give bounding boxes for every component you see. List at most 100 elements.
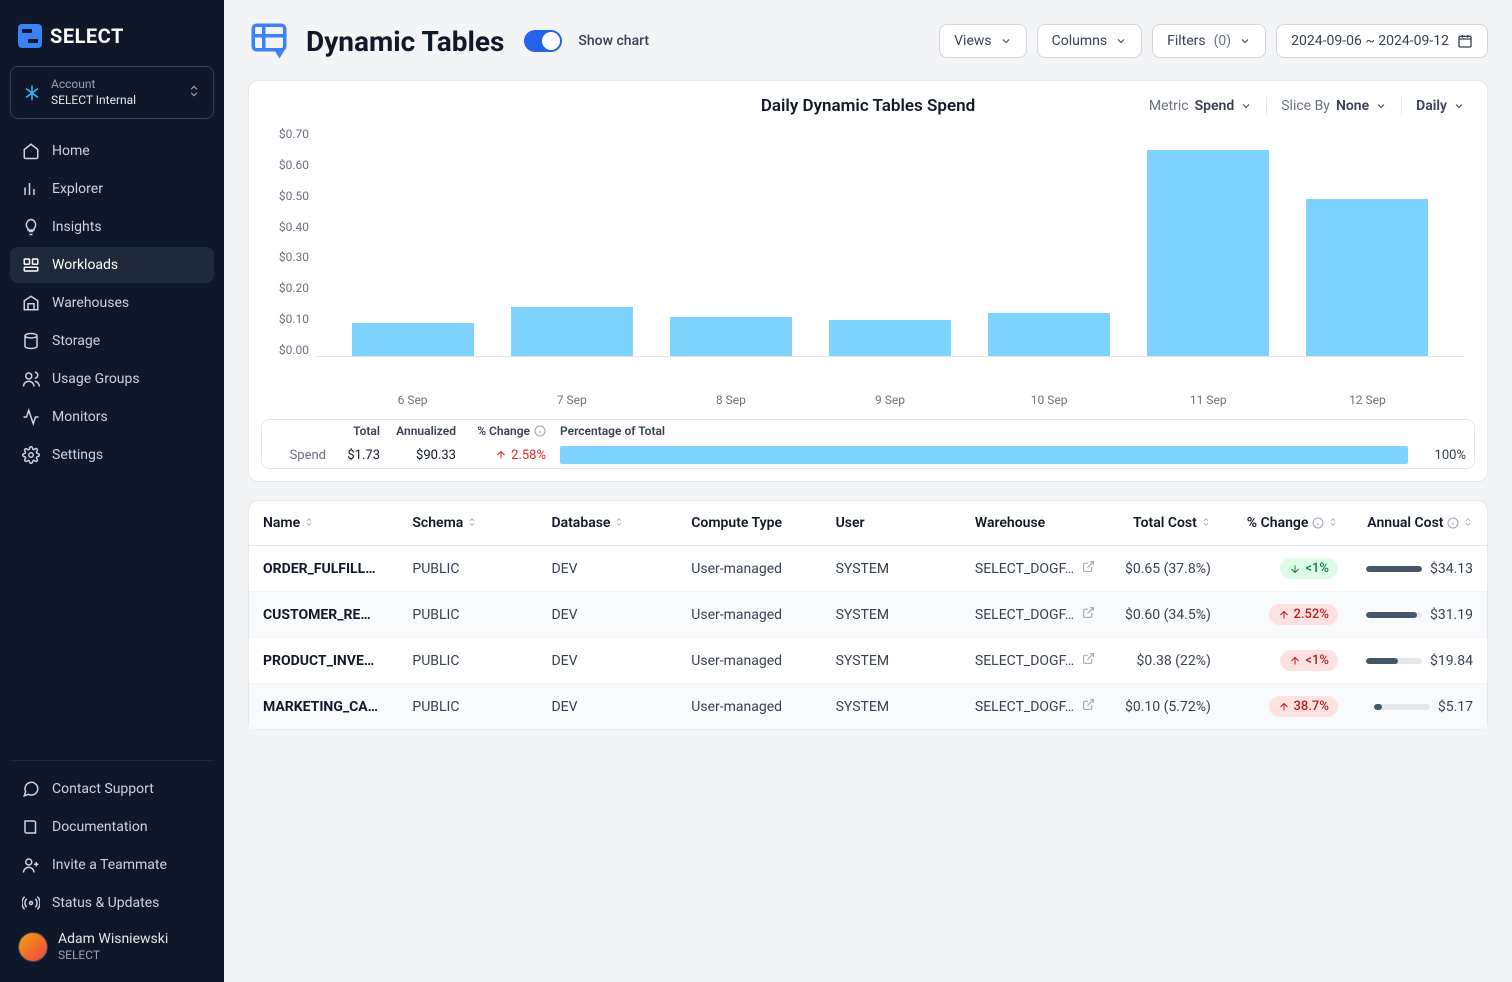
th-annual[interactable]: Annual Cost (1352, 501, 1487, 546)
sidebar-bottom-nav: Contact Support Documentation Invite a T… (10, 760, 214, 921)
chart-bar[interactable] (1306, 199, 1428, 356)
mini-bar (1374, 704, 1430, 710)
table-row[interactable]: PRODUCT_INVE… PUBLIC DEV User-managed SY… (249, 638, 1487, 684)
arrow-up-icon (1278, 609, 1290, 621)
page-title: Dynamic Tables (306, 25, 504, 58)
sidebar-item-invite[interactable]: Invite a Teammate (10, 847, 214, 883)
sidebar-item-status[interactable]: Status & Updates (10, 885, 214, 921)
info-icon[interactable] (1447, 517, 1459, 529)
toolbar: Views Columns Filters (0) 2024-09-06 ~ 2… (939, 24, 1488, 58)
sidebar-item-label: Storage (52, 333, 100, 349)
sidebar-item-explorer[interactable]: Explorer (10, 171, 214, 207)
summary-pct-bar: 100% (560, 446, 1466, 464)
external-link[interactable] (1082, 699, 1095, 715)
sidebar-item-settings[interactable]: Settings (10, 437, 214, 473)
user-menu[interactable]: Adam Wisniewski SELECT (10, 921, 214, 966)
th-change[interactable]: % Change (1225, 501, 1352, 546)
th-user[interactable]: User (822, 501, 961, 546)
sort-icon (1463, 515, 1473, 531)
external-link-icon (1082, 560, 1095, 573)
chart-bar[interactable] (352, 323, 474, 356)
external-link-icon (1082, 652, 1095, 665)
gear-icon (22, 446, 40, 464)
sidebar-item-insights[interactable]: Insights (10, 209, 214, 245)
external-link[interactable] (1082, 561, 1095, 577)
cell-annual: $19.84 (1352, 638, 1487, 684)
chart-bar[interactable] (1147, 150, 1269, 356)
views-button[interactable]: Views (939, 24, 1027, 58)
info-icon[interactable] (534, 425, 546, 437)
sidebar-item-warehouses[interactable]: Warehouses (10, 285, 214, 321)
cell-change: 2.52% (1225, 592, 1352, 638)
sidebar-item-label: Monitors (52, 409, 108, 425)
cell-compute: User-managed (677, 546, 821, 592)
table-row[interactable]: MARKETING_CA… PUBLIC DEV User-managed SY… (249, 684, 1487, 730)
cell-warehouse: SELECT_DOGF… (961, 638, 1109, 684)
sidebar-item-usage-groups[interactable]: Usage Groups (10, 361, 214, 397)
granularity-selector[interactable]: Daily (1416, 98, 1465, 114)
activity-icon (22, 408, 40, 426)
sidebar-item-label: Documentation (52, 819, 148, 835)
cell-name: CUSTOMER_RE… (263, 607, 384, 623)
cell-schema: PUBLIC (398, 546, 537, 592)
cell-schema: PUBLIC (398, 592, 537, 638)
sidebar-item-home[interactable]: Home (10, 133, 214, 169)
data-table: Name Schema Database Compute Type User W… (249, 501, 1487, 729)
chart-bar[interactable] (988, 313, 1110, 356)
arrow-up-icon (495, 449, 507, 461)
table-row[interactable]: ORDER_FULFILL… PUBLIC DEV User-managed S… (249, 546, 1487, 592)
th-database[interactable]: Database (537, 501, 677, 546)
calendar-icon (1457, 33, 1473, 49)
table-card: Name Schema Database Compute Type User W… (248, 500, 1488, 730)
th-schema[interactable]: Schema (398, 501, 537, 546)
cell-name: ORDER_FULFILL… (263, 561, 384, 577)
th-total-cost[interactable]: Total Cost (1109, 501, 1225, 546)
sidebar-item-label: Status & Updates (52, 895, 159, 911)
cell-total-cost: $0.60 (34.5%) (1109, 592, 1225, 638)
info-icon[interactable] (1312, 517, 1324, 529)
cell-database: DEV (537, 684, 677, 730)
sidebar-item-storage[interactable]: Storage (10, 323, 214, 359)
show-chart-toggle[interactable] (524, 30, 562, 52)
cell-name: PRODUCT_INVE… (263, 653, 384, 669)
user-org: SELECT (58, 948, 168, 962)
main: Dynamic Tables Show chart Views Columns … (224, 0, 1512, 982)
th-compute[interactable]: Compute Type (677, 501, 821, 546)
sidebar-item-workloads[interactable]: Workloads (10, 247, 214, 283)
cell-annual: $5.17 (1352, 684, 1487, 730)
sidebar-item-label: Workloads (52, 257, 118, 273)
columns-button[interactable]: Columns (1037, 24, 1142, 58)
account-selector[interactable]: Account SELECT Internal (10, 66, 214, 119)
cell-name: MARKETING_CA… (263, 699, 384, 715)
chart-bar[interactable] (670, 317, 792, 356)
chart-plot[interactable] (315, 127, 1465, 357)
external-link[interactable] (1082, 607, 1095, 623)
th-warehouse[interactable]: Warehouse (961, 501, 1109, 546)
chart-bar[interactable] (829, 320, 951, 356)
table-row[interactable]: CUSTOMER_RE… PUBLIC DEV User-managed SYS… (249, 592, 1487, 638)
sidebar-item-docs[interactable]: Documentation (10, 809, 214, 845)
workloads-icon (22, 256, 40, 274)
chevron-down-icon (1000, 35, 1012, 47)
metric-selector[interactable]: Metric Spend (1149, 98, 1252, 114)
slice-selector[interactable]: Slice By None (1281, 98, 1387, 114)
avatar (18, 932, 48, 962)
cell-user: SYSTEM (822, 684, 961, 730)
cell-warehouse: SELECT_DOGF… (961, 592, 1109, 638)
sidebar-item-monitors[interactable]: Monitors (10, 399, 214, 435)
arrow-up-icon (1278, 701, 1290, 713)
cell-change: <1% (1225, 638, 1352, 684)
filters-button[interactable]: Filters (0) (1152, 24, 1266, 58)
warehouse-icon (22, 294, 40, 312)
sidebar-item-contact-support[interactable]: Contact Support (10, 771, 214, 807)
th-name[interactable]: Name (249, 501, 398, 546)
page-header: Dynamic Tables Show chart Views Columns … (248, 20, 1488, 62)
daterange-button[interactable]: 2024-09-06 ~ 2024-09-12 (1276, 24, 1488, 58)
cell-total-cost: $0.10 (5.72%) (1109, 684, 1225, 730)
logo[interactable]: SELECT (10, 16, 214, 66)
summary-change: 2.58% (470, 448, 560, 463)
bulb-icon (22, 218, 40, 236)
external-link[interactable] (1082, 653, 1095, 669)
chart-bar[interactable] (511, 307, 633, 356)
show-chart-label: Show chart (578, 33, 649, 49)
